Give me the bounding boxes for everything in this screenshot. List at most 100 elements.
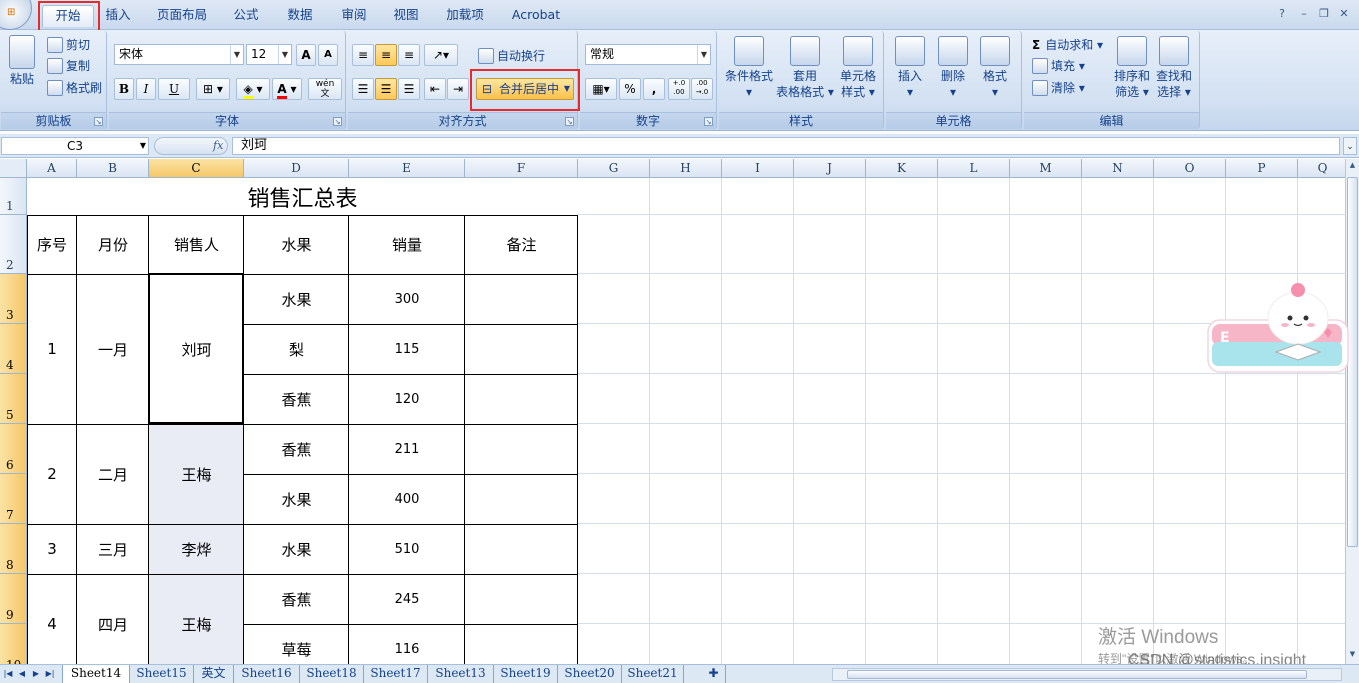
row-header-3[interactable]: 3 (0, 274, 27, 324)
tab-acrobat[interactable]: Acrobat (506, 5, 566, 27)
next-sheet-icon[interactable]: ▶ (30, 668, 42, 680)
cell-fruit[interactable]: 梨 (244, 324, 349, 374)
fill-button[interactable]: 填充 ▾ (1032, 57, 1085, 74)
sheet-tab-sheet13[interactable]: Sheet13 (428, 665, 494, 683)
font-name-select[interactable]: 宋体 ▼ (114, 44, 244, 65)
column-header-n[interactable]: N (1082, 159, 1154, 178)
font-size-select[interactable]: 12 ▼ (246, 44, 292, 65)
cell-remark[interactable] (465, 524, 578, 574)
sheet-tab-sheet19[interactable]: Sheet19 (494, 665, 558, 683)
column-header-p[interactable]: P (1226, 159, 1298, 178)
row-header-9[interactable]: 9 (0, 574, 27, 624)
column-header-f[interactable]: F (465, 159, 578, 178)
sort-filter-button[interactable]: 排序和 筛选 ▾ (1112, 36, 1152, 100)
decrease-decimal-button[interactable]: .00 →.0 (691, 78, 713, 100)
last-sheet-icon[interactable]: ▶| (44, 668, 56, 680)
first-sheet-icon[interactable]: |◀ (2, 668, 14, 680)
align-right-button[interactable]: ☰ (398, 78, 420, 100)
cell-remark[interactable] (465, 474, 578, 524)
header-remark[interactable]: 备注 (465, 215, 578, 274)
cell-month[interactable]: 二月 (77, 424, 149, 524)
row-header-1[interactable]: 1 (0, 178, 27, 215)
increase-indent-button[interactable]: ⇥ (447, 78, 469, 100)
cell-month[interactable]: 四月 (77, 574, 149, 664)
cell-remark[interactable] (465, 274, 578, 324)
prev-sheet-icon[interactable]: ◀ (16, 668, 28, 680)
row-header-5[interactable]: 5 (0, 374, 27, 424)
copy-button[interactable]: 复制 (47, 57, 90, 74)
restore-icon[interactable]: ❐ (1316, 7, 1332, 20)
cell-fruit[interactable]: 香蕉 (244, 574, 349, 624)
cell-remark[interactable] (465, 424, 578, 474)
header-fruit[interactable]: 水果 (244, 215, 349, 274)
expand-formula-bar-icon[interactable]: ⌄ (1343, 137, 1357, 155)
cell-qty[interactable]: 400 (349, 474, 465, 524)
cell-fruit[interactable]: 水果 (244, 274, 349, 324)
cell-month[interactable]: 三月 (77, 524, 149, 574)
office-button[interactable]: ⊞ (0, 0, 32, 30)
cell-qty[interactable]: 115 (349, 324, 465, 374)
column-header-e[interactable]: E (349, 159, 465, 178)
cell-remark[interactable] (465, 324, 578, 374)
sheet-tab-sheet18[interactable]: Sheet18 (300, 665, 364, 683)
horizontal-scrollbar[interactable] (832, 668, 1342, 681)
clear-button[interactable]: 清除 ▾ (1032, 79, 1085, 96)
sheet-tab-sheet16[interactable]: Sheet16 (234, 665, 300, 683)
column-header-i[interactable]: I (722, 159, 794, 178)
column-header-d[interactable]: D (244, 159, 349, 178)
scroll-up-icon[interactable]: ▲ (1347, 161, 1358, 173)
column-header-m[interactable]: M (1010, 159, 1082, 178)
conditional-format-button[interactable]: 条件格式 ▾ (723, 36, 775, 100)
alignment-launcher-icon[interactable]: ↘ (565, 117, 574, 126)
font-color-button[interactable]: A ▾ (272, 78, 302, 100)
number-launcher-icon[interactable]: ↘ (704, 117, 713, 126)
insert-function-icon[interactable]: fx (213, 139, 223, 152)
cell-qty[interactable]: 211 (349, 424, 465, 474)
worksheet-grid[interactable]: ABCDEFGHIJKLMNOPQ 12345678910 销售汇总表序号月份销… (0, 159, 1345, 664)
header-month[interactable]: 月份 (77, 215, 149, 274)
scroll-down-icon[interactable]: ▼ (1347, 650, 1358, 662)
cell-qty[interactable]: 120 (349, 374, 465, 424)
tab-addins[interactable]: 加载项 (440, 5, 490, 27)
column-header-o[interactable]: O (1154, 159, 1226, 178)
close-icon[interactable]: ✕ (1336, 7, 1352, 20)
table-title[interactable]: 销售汇总表 (27, 178, 578, 215)
cell-remark[interactable] (465, 374, 578, 424)
format-painter-button[interactable]: 格式刷 (47, 79, 102, 96)
cell-fruit[interactable]: 香蕉 (244, 424, 349, 474)
cell-qty[interactable]: 116 (349, 624, 465, 664)
cell-fruit[interactable]: 草莓 (244, 624, 349, 664)
orientation-button[interactable]: ↗▾ (424, 44, 458, 66)
font-launcher-icon[interactable]: ↘ (333, 117, 342, 126)
header-seller[interactable]: 销售人 (149, 215, 244, 274)
help-icon[interactable]: ? (1274, 7, 1290, 20)
number-format-select[interactable]: 常规 ▼ (585, 44, 711, 65)
column-header-j[interactable]: J (794, 159, 866, 178)
autosum-button[interactable]: Σ 自动求和 ▾ (1032, 36, 1103, 53)
grow-font-button[interactable]: A (296, 44, 316, 66)
wrap-text-button[interactable]: 自动换行 (478, 47, 545, 64)
bold-button[interactable]: B (114, 78, 134, 100)
italic-button[interactable]: I (136, 78, 156, 100)
cell-seller[interactable]: 王梅 (149, 424, 244, 524)
percent-button[interactable]: % (619, 78, 641, 100)
align-bottom-button[interactable]: ≡ (398, 44, 420, 66)
accounting-format-button[interactable]: ▦▾ (585, 78, 617, 100)
cell-qty[interactable]: 300 (349, 274, 465, 324)
align-middle-button[interactable]: ≡ (375, 44, 397, 66)
cut-button[interactable]: 剪切 (47, 36, 90, 53)
cell-seq[interactable]: 1 (27, 274, 77, 424)
delete-cells-button[interactable]: 删除 ▾ (935, 36, 971, 100)
comma-button[interactable]: , (643, 78, 665, 100)
tab-view[interactable]: 视图 (388, 5, 424, 27)
underline-button[interactable]: U (158, 78, 190, 100)
decrease-indent-button[interactable]: ⇤ (424, 78, 446, 100)
row-header-6[interactable]: 6 (0, 424, 27, 474)
phonetic-guide-button[interactable]: wén 文 (308, 78, 342, 100)
cell-seller[interactable]: 李烨 (149, 524, 244, 574)
tab-home[interactable]: 开始 (42, 5, 94, 27)
sheet-tab-sheet14[interactable]: Sheet14 (62, 665, 130, 683)
new-sheet-icon[interactable]: ✚ (702, 665, 726, 683)
sheet-tab-英文[interactable]: 英文 (194, 665, 234, 683)
sheet-tab-sheet21[interactable]: Sheet21 (622, 665, 684, 683)
